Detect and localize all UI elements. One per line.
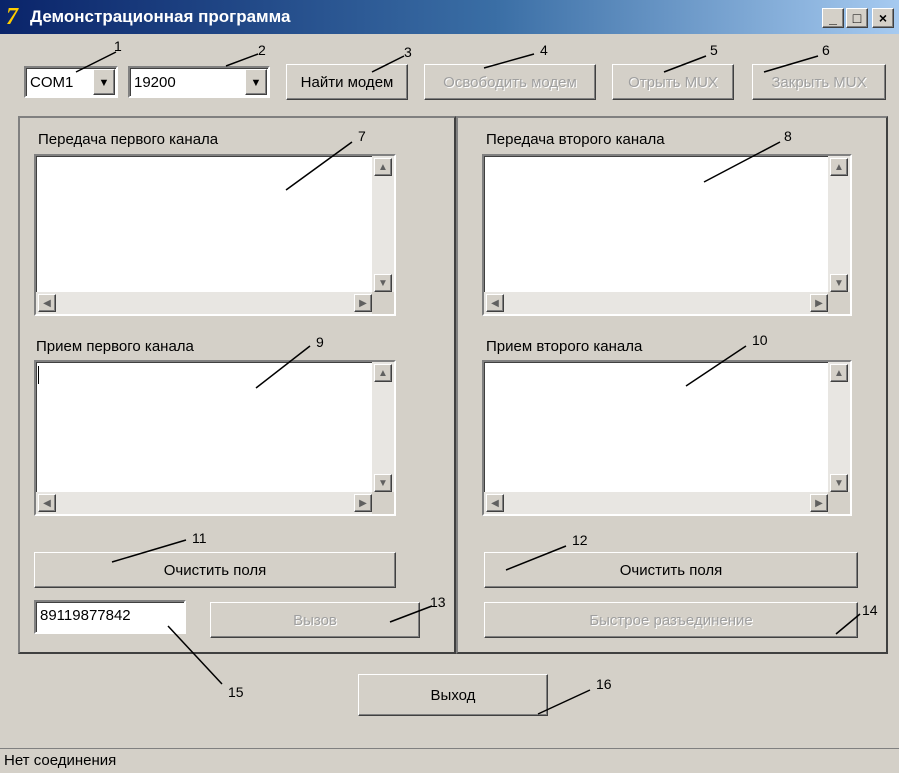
callout-line-13 <box>389 605 433 623</box>
callout-line-6 <box>763 55 819 73</box>
callout-8: 8 <box>784 128 792 144</box>
callout-3: 3 <box>404 44 412 60</box>
callout-line-11 <box>111 539 187 563</box>
callout-5: 5 <box>710 42 718 58</box>
callout-line-14 <box>835 613 861 635</box>
callout-11: 11 <box>192 530 207 546</box>
callout-line-1 <box>75 51 117 73</box>
callout-line-10 <box>685 345 747 387</box>
callout-line-9 <box>255 345 311 389</box>
callout-9: 9 <box>316 334 324 350</box>
callout-line-7 <box>285 141 353 191</box>
callout-line-5 <box>663 55 707 73</box>
callout-2: 2 <box>258 42 266 58</box>
callout-line-8 <box>703 141 781 183</box>
callout-14: 14 <box>862 602 878 618</box>
callout-line-16 <box>537 689 591 715</box>
callout-10: 10 <box>752 332 768 348</box>
callout-15: 15 <box>228 684 244 700</box>
callout-lines <box>75 51 861 715</box>
callout-line-12 <box>505 545 567 571</box>
callout-16: 16 <box>596 676 612 692</box>
callout-line-2 <box>225 53 259 67</box>
callout-1: 1 <box>114 38 122 54</box>
callout-7: 7 <box>358 128 366 144</box>
callout-line-4 <box>483 53 535 69</box>
callout-line-15 <box>167 625 223 685</box>
callout-line-3 <box>371 55 405 73</box>
callout-13: 13 <box>430 594 446 610</box>
callout-4: 4 <box>540 42 548 58</box>
callout-12: 12 <box>572 532 588 548</box>
callout-6: 6 <box>822 42 830 58</box>
